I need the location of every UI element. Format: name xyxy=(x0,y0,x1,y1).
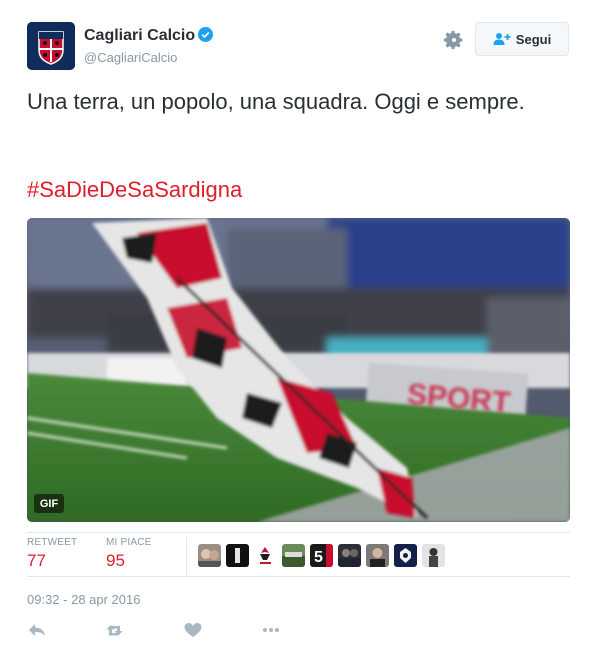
tweet-media-gif[interactable]: SPORT xyxy=(27,218,570,522)
svg-text:5: 5 xyxy=(314,549,323,566)
liker-avatar[interactable] xyxy=(338,544,361,567)
reply-icon[interactable] xyxy=(27,622,47,638)
liker-avatar[interactable]: 5 xyxy=(310,544,333,567)
more-icon[interactable] xyxy=(261,622,281,638)
author-avatar[interactable] xyxy=(27,22,75,70)
hashtag-link[interactable]: #SaDieDeSaSardigna xyxy=(27,177,242,203)
stats-bottom-divider xyxy=(27,576,570,577)
stats-separator xyxy=(186,537,187,577)
verified-badge-icon xyxy=(198,27,214,42)
liker-avatar[interactable] xyxy=(422,544,445,567)
likes-count: 95 xyxy=(106,551,125,570)
author-handle[interactable]: @CagliariCalcio xyxy=(84,50,177,65)
liker-avatar[interactable] xyxy=(366,544,389,567)
liker-avatar[interactable] xyxy=(282,544,305,567)
follow-button[interactable]: Segui xyxy=(475,22,569,56)
like-icon[interactable] xyxy=(183,622,203,638)
liker-avatar[interactable] xyxy=(198,544,221,567)
media-gif-frame: SPORT xyxy=(27,218,570,522)
retweet-icon[interactable] xyxy=(106,622,126,638)
follow-label: Segui xyxy=(515,31,552,47)
author-name[interactable]: Cagliari Calcio xyxy=(84,27,214,45)
likes-label: MI PIACE xyxy=(106,537,152,548)
likes-stat[interactable]: MI PIACE 95 xyxy=(106,537,152,571)
author-name-text[interactable]: Cagliari Calcio xyxy=(84,27,195,44)
cagliari-crest-icon xyxy=(27,22,75,70)
retweet-stat[interactable]: RETWEET 77 xyxy=(27,537,77,571)
retweet-count: 77 xyxy=(27,551,46,570)
gear-icon[interactable] xyxy=(443,29,465,51)
tweet-timestamp[interactable]: 09:32 - 28 apr 2016 xyxy=(27,592,140,607)
liker-avatar[interactable] xyxy=(394,544,417,567)
liker-avatar[interactable] xyxy=(254,544,277,567)
liker-avatar[interactable] xyxy=(226,544,249,567)
tweet-text: Una terra, un popolo, una squadra. Oggi … xyxy=(27,89,525,114)
add-user-icon xyxy=(493,33,511,45)
gif-badge: GIF xyxy=(34,494,64,513)
retweet-label: RETWEET xyxy=(27,537,78,548)
stats-top-divider xyxy=(27,532,570,533)
